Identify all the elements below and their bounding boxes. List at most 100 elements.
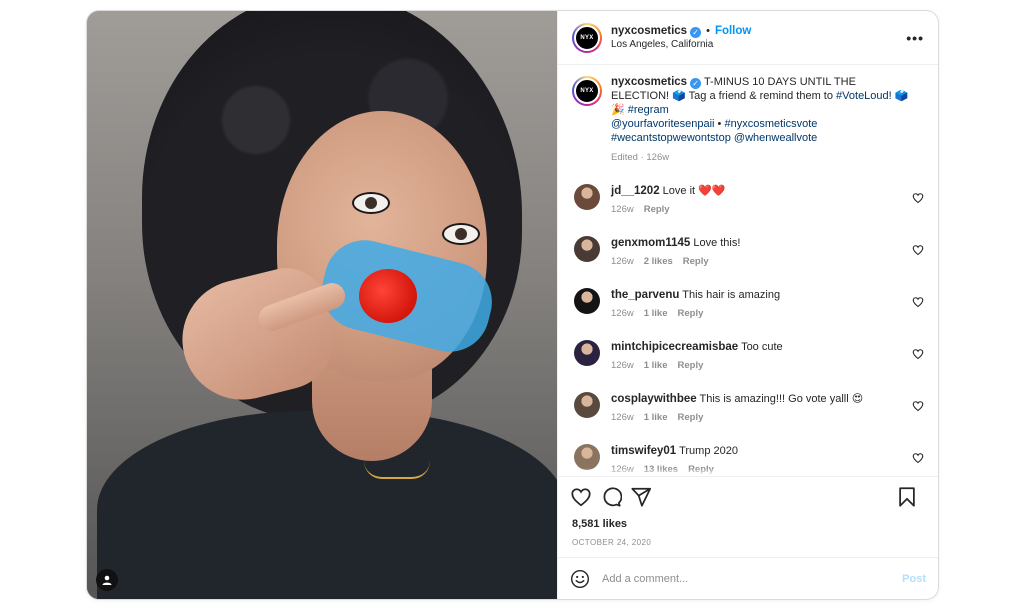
comment-meta: 126w 1 like Reply [611, 359, 783, 373]
commenter-avatar[interactable] [574, 236, 600, 262]
comment-heart-icon[interactable] [912, 296, 924, 308]
post-comment-button[interactable]: Post [902, 573, 926, 585]
verified-icon: ✓ [690, 26, 702, 38]
caption-body: nyxcosmetics ✓ T-MINUS 10 DAYS UNTIL THE … [611, 75, 911, 165]
comment-row: mintchipicecreamisbae Too cute 126w 1 like… [572, 340, 924, 373]
add-comment-bar: Post [558, 557, 938, 599]
more-icon[interactable]: ••• [906, 30, 924, 46]
commenter-avatar[interactable] [574, 392, 600, 418]
commenter-username[interactable]: the_parvenu [611, 289, 679, 301]
account-avatar-logo: NYX [574, 24, 600, 51]
comment-icon[interactable] [600, 486, 622, 508]
comment-row: genxmom1145 Love this! 126w 2 likes Reply [572, 236, 924, 269]
share-icon[interactable] [630, 486, 652, 508]
reply-button[interactable]: Reply [678, 360, 704, 371]
like-count[interactable]: 8,581 likes [558, 516, 938, 530]
follow-button[interactable]: Follow [715, 25, 751, 37]
comment-input[interactable] [602, 572, 903, 585]
comment-age[interactable]: 126w [611, 412, 634, 423]
mention-link[interactable]: @whenweallvote [734, 132, 817, 144]
user-tag-icon[interactable] [96, 569, 118, 591]
comment-text: Trump 2020 [679, 445, 738, 457]
commenter-username[interactable]: genxmom1145 [611, 237, 690, 249]
heart-icon[interactable] [570, 486, 592, 508]
action-bar [558, 476, 938, 516]
bookmark-icon[interactable] [896, 486, 918, 508]
photo-necklace [364, 461, 430, 479]
comment-age[interactable]: 126w [611, 360, 634, 371]
comment-likes[interactable]: 1 like [644, 360, 668, 371]
header-separator: • [706, 24, 710, 37]
commenter-avatar[interactable] [574, 340, 600, 366]
comment-likes[interactable]: 1 like [644, 412, 668, 423]
comment-likes[interactable]: 2 likes [644, 256, 673, 267]
commenter-username[interactable]: mintchipicecreamisbae [611, 341, 738, 353]
comment-age[interactable]: 126w [611, 204, 634, 215]
photo-lips [359, 269, 417, 323]
comment-meta: 126w 1 like Reply [611, 411, 863, 425]
comment-text: This hair is amazing [682, 289, 781, 301]
commenter-username[interactable]: jd__1202 [611, 185, 660, 197]
photo-eye-right [442, 223, 480, 245]
post-caption: NYX nyxcosmetics ✓ T-MINUS 10 DAYS UNTIL … [572, 75, 924, 165]
account-info: nyxcosmetics ✓ • Follow Los Angeles, Califo… [611, 24, 751, 52]
caption-meta: Edited · 126w [611, 152, 670, 163]
list-fade [558, 468, 938, 476]
comment-body: the_parvenu This hair is amazing 126w 1 li… [611, 288, 780, 321]
caption-avatar[interactable]: NYX [572, 76, 602, 106]
comment-body: mintchipicecreamisbae Too cute 126w 1 like… [611, 340, 783, 373]
comment-text: Love it ❤️❤️ [662, 185, 726, 197]
comment-meta: 126w 2 likes Reply [611, 255, 740, 269]
comment-text: Love this! [693, 237, 741, 249]
comment-heart-icon[interactable] [912, 244, 924, 256]
comment-meta: 126w 1 like Reply [611, 307, 780, 321]
comment-heart-icon[interactable] [912, 452, 924, 464]
post-location[interactable]: Los Angeles, California [611, 38, 751, 52]
commenter-avatar[interactable] [574, 444, 600, 470]
hashtag-link[interactable]: #VoteLoud! [836, 90, 892, 102]
comment-age[interactable]: 126w [611, 256, 634, 267]
reply-button[interactable]: Reply [678, 308, 704, 319]
post-date[interactable]: OCTOBER 24, 2020 [558, 530, 938, 557]
emoji-icon[interactable] [570, 569, 590, 589]
mention-link[interactable]: @yourfavoritesenpaii [611, 118, 715, 130]
post-card: NYX nyxcosmetics ✓ • Follow Los Angeles, Ca… [87, 11, 938, 599]
comment-heart-icon[interactable] [912, 192, 924, 204]
comment-row: the_parvenu This hair is amazing 126w 1 li… [572, 288, 924, 321]
comment-text: Too cute [741, 341, 783, 353]
photo-eye-left [352, 192, 390, 214]
caption-emoji: 🗳️ [672, 90, 686, 102]
comment-rows: jd__1202 Love it ❤️❤️ 126w Reply genxmom114… [572, 184, 924, 476]
reply-button[interactable]: Reply [644, 204, 670, 215]
comment-body: genxmom1145 Love this! 126w 2 likes Reply [611, 236, 740, 269]
account-avatar[interactable]: NYX [572, 22, 602, 53]
comment-age[interactable]: 126w [611, 308, 634, 319]
comment-likes[interactable]: 1 like [644, 308, 668, 319]
comment-body: jd__1202 Love it ❤️❤️ 126w Reply [611, 184, 726, 217]
comment-row: jd__1202 Love it ❤️❤️ 126w Reply [572, 184, 924, 217]
caption-text: Tag a friend & remind them to [685, 90, 837, 102]
post-photo[interactable] [87, 11, 557, 599]
comment-row: cosplaywithbee This is amazing!!! Go vot… [572, 392, 924, 425]
hashtag-link[interactable]: #nyxcosmeticsvote [724, 118, 817, 130]
commenter-avatar[interactable] [574, 184, 600, 210]
hashtag-link[interactable]: #regram [628, 104, 669, 116]
comments-list[interactable]: NYX nyxcosmetics ✓ T-MINUS 10 DAYS UNTIL … [558, 65, 938, 476]
comment-text: This is amazing!!! Go vote yalll 😍 [699, 393, 864, 405]
comment-heart-icon[interactable] [912, 348, 924, 360]
reply-button[interactable]: Reply [678, 412, 704, 423]
comment-meta: 126w Reply [611, 203, 726, 217]
caption-username[interactable]: nyxcosmetics [611, 76, 687, 88]
post-side-panel: NYX nyxcosmetics ✓ • Follow Los Angeles, Ca… [557, 11, 938, 599]
post-header: NYX nyxcosmetics ✓ • Follow Los Angeles, Ca… [558, 11, 938, 65]
comment-body: cosplaywithbee This is amazing!!! Go vot… [611, 392, 863, 425]
commenter-username[interactable]: timswifey01 [611, 445, 676, 457]
comment-heart-icon[interactable] [912, 400, 924, 412]
caption-verified-icon: ✓ [690, 78, 702, 89]
commenter-avatar[interactable] [574, 288, 600, 314]
caption-separator: • [714, 118, 725, 130]
reply-button[interactable]: Reply [683, 256, 709, 267]
commenter-username[interactable]: cosplaywithbee [611, 393, 697, 405]
hashtag-link[interactable]: #wecantstopwewontstop [611, 132, 731, 144]
account-username[interactable]: nyxcosmetics [611, 25, 687, 37]
